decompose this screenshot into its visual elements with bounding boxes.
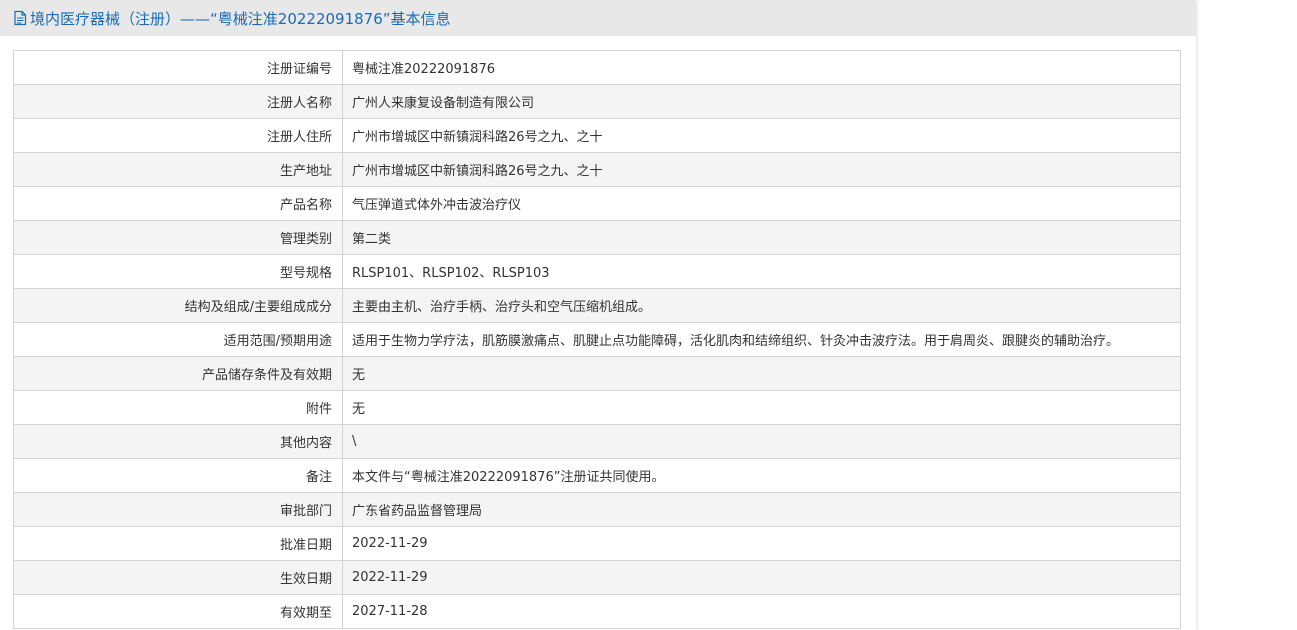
table-row: 注册证编号 粤械注准20222091876	[13, 50, 1181, 85]
field-label: 结构及组成/主要组成成分	[13, 288, 343, 323]
page-header: 境内医疗器械（注册）——“粤械注准20222091876”基本信息	[0, 0, 1196, 36]
table-row: 其他内容 \	[13, 424, 1181, 459]
field-value: 适用于生物力学疗法，肌筋膜激痛点、肌腱止点功能障碍，活化肌肉和结缔组织、针灸冲击…	[342, 322, 1181, 357]
field-label: 附件	[13, 390, 343, 425]
field-label: 生效日期	[13, 560, 343, 595]
field-value: 气压弹道式体外冲击波治疗仪	[342, 186, 1181, 221]
field-value: 本文件与“粤械注准20222091876”注册证共同使用。	[342, 458, 1181, 493]
document-icon	[13, 10, 27, 26]
field-value: 无	[342, 356, 1181, 391]
field-label: 产品名称	[13, 186, 343, 221]
field-value: RLSP101、RLSP102、RLSP103	[342, 254, 1181, 289]
field-label: 审批部门	[13, 492, 343, 527]
field-value: 2022-11-29	[342, 526, 1181, 561]
table-row: 生效日期 2022-11-29	[13, 560, 1181, 595]
field-value: 粤械注准20222091876	[342, 50, 1181, 85]
field-label: 产品储存条件及有效期	[13, 356, 343, 391]
field-label: 注册人名称	[13, 84, 343, 119]
field-label: 其他内容	[13, 424, 343, 459]
field-value: 广东省药品监督管理局	[342, 492, 1181, 527]
table-row: 备注 本文件与“粤械注准20222091876”注册证共同使用。	[13, 458, 1181, 493]
field-label: 注册证编号	[13, 50, 343, 85]
page-title: 境内医疗器械（注册）——“粤械注准20222091876”基本信息	[30, 9, 451, 28]
field-value: 广州市增城区中新镇润科路26号之九、之十	[342, 118, 1181, 153]
field-value: \	[342, 424, 1181, 459]
table-row: 管理类别 第二类	[13, 220, 1181, 255]
field-label: 批准日期	[13, 526, 343, 561]
table-row: 附件无	[13, 390, 1181, 425]
field-value: 2027-11-28	[342, 594, 1181, 629]
table-row: 型号规格 RLSP101、RLSP102、RLSP103	[13, 254, 1181, 289]
field-label: 型号规格	[13, 254, 343, 289]
field-label: 管理类别	[13, 220, 343, 255]
field-label: 生产地址	[13, 152, 343, 187]
table-row: 注册人住所 广州市增城区中新镇润科路26号之九、之十	[13, 118, 1181, 153]
field-value: 主要由主机、治疗手柄、治疗头和空气压缩机组成。	[342, 288, 1181, 323]
table-row: 有效期至 2027-11-28	[13, 594, 1181, 629]
table-row: 结构及组成/主要组成成分 主要由主机、治疗手柄、治疗头和空气压缩机组成。	[13, 288, 1181, 323]
field-label: 注册人住所	[13, 118, 343, 153]
table-row: 注册人名称 广州人来康复设备制造有限公司	[13, 84, 1181, 119]
table-row: 批准日期 2022-11-29	[13, 526, 1181, 561]
detail-panel: 境内医疗器械（注册）——“粤械注准20222091876”基本信息 注册证编号粤…	[0, 0, 1196, 630]
table-row: 产品储存条件及有效期无	[13, 356, 1181, 391]
field-value: 2022-11-29	[342, 560, 1181, 595]
table-row: 产品名称 气压弹道式体外冲击波治疗仪	[13, 186, 1181, 221]
table-row: 适用范围/预期用途 适用于生物力学疗法，肌筋膜激痛点、肌腱止点功能障碍，活化肌肉和…	[13, 322, 1181, 357]
registration-info-table: 注册证编号 粤械注准20222091876 注册人名称 广州人来康复设备制造有限公司注…	[13, 50, 1181, 629]
field-label: 有效期至	[13, 594, 343, 629]
field-label: 备注	[13, 458, 343, 493]
table-row: 生产地址 广州市增城区中新镇润科路26号之九、之十	[13, 152, 1181, 187]
field-value: 无	[342, 390, 1181, 425]
field-label: 适用范围/预期用途	[13, 322, 343, 357]
field-value: 广州人来康复设备制造有限公司	[342, 84, 1181, 119]
table-row: 审批部门 广东省药品监督管理局	[13, 492, 1181, 527]
field-value: 广州市增城区中新镇润科路26号之九、之十	[342, 152, 1181, 187]
field-value: 第二类	[342, 220, 1181, 255]
